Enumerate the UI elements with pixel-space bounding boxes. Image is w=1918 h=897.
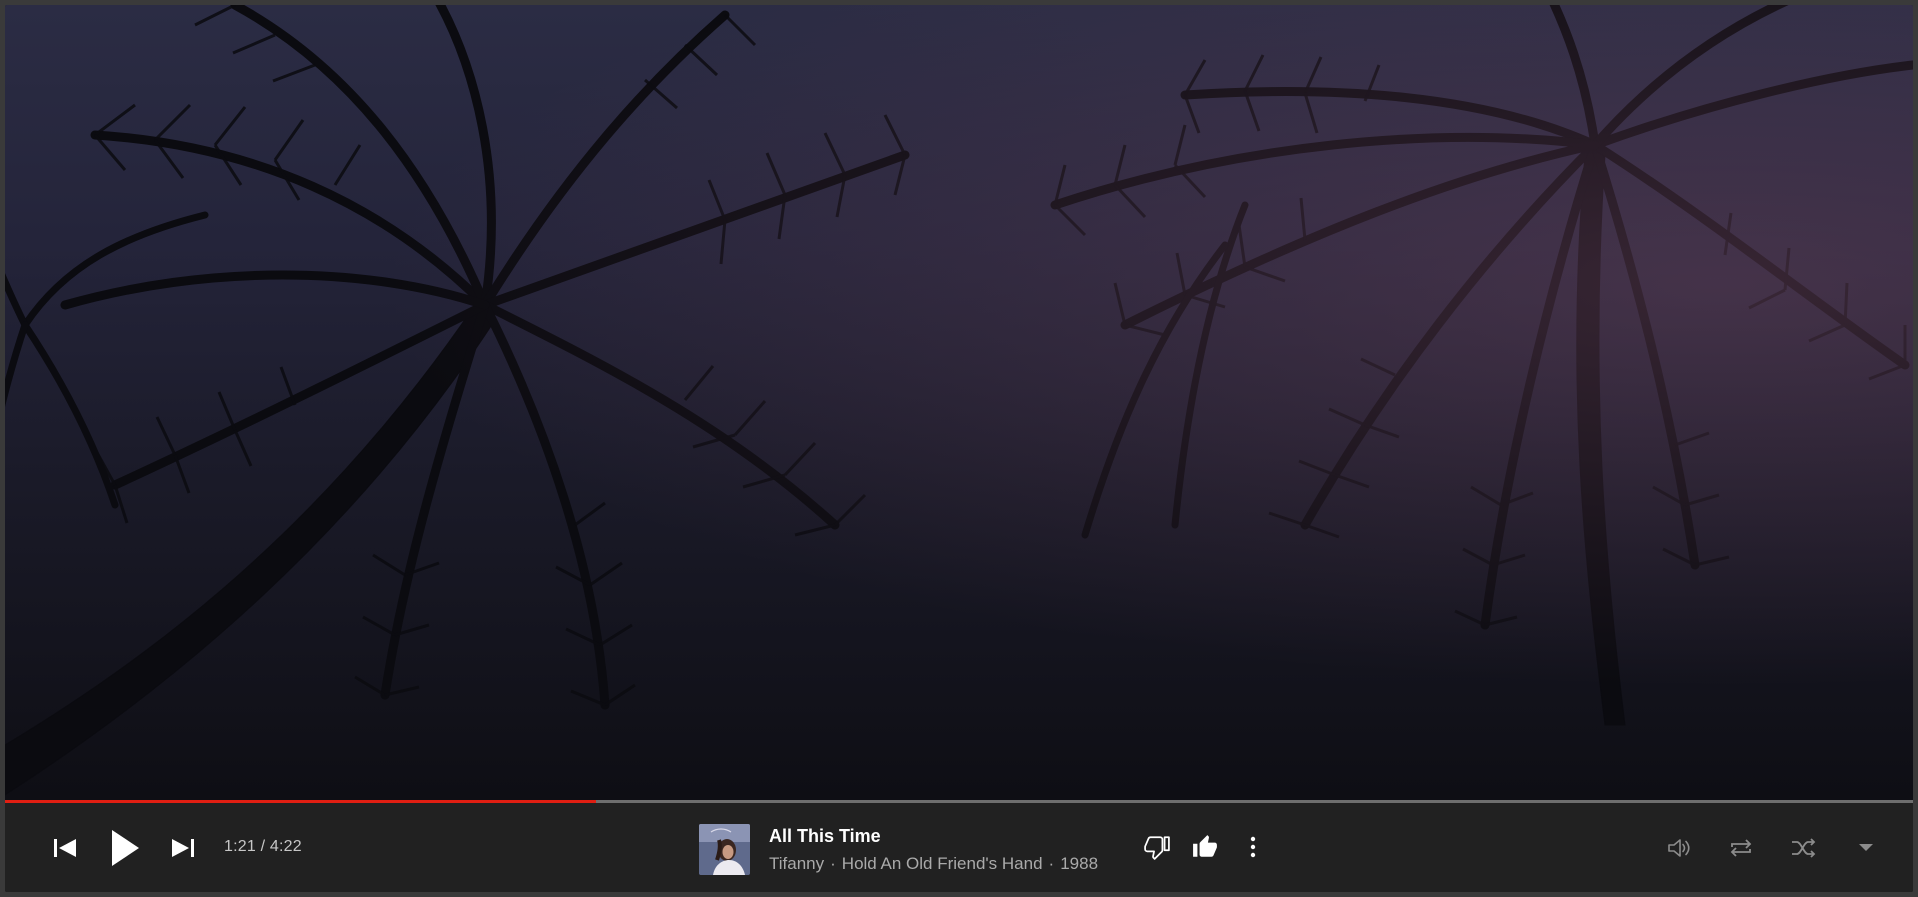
thumb-up-icon [1193, 835, 1217, 857]
more-options-button[interactable] [1235, 829, 1271, 865]
palm-trees-silhouette [5, 5, 1913, 796]
subtitle-separator: · [1048, 854, 1055, 873]
shuffle-icon [1792, 838, 1816, 858]
caret-down-icon [1859, 844, 1873, 851]
play-icon [112, 830, 139, 866]
volume-icon [1668, 839, 1690, 857]
more-vertical-icon [1250, 836, 1256, 858]
elapsed-time: 1:21 [224, 838, 256, 855]
volume-button[interactable] [1660, 829, 1698, 867]
album-art-thumbnail[interactable] [699, 824, 750, 875]
track-title[interactable]: All This Time [769, 826, 881, 847]
player-bar: 1:21 / 4:22 All This Time Tifanny · Hold A… [5, 803, 1913, 892]
dislike-button[interactable] [1139, 829, 1175, 865]
play-button[interactable] [102, 823, 148, 873]
time-separator: / [255, 838, 270, 855]
album-art-icon [699, 824, 750, 875]
release-year: 1988 [1060, 854, 1099, 873]
album-link[interactable]: Hold An Old Friend's Hand [842, 854, 1043, 873]
like-button[interactable] [1187, 829, 1223, 865]
artist-link[interactable]: Tifanny [769, 854, 824, 873]
music-player-window: 1:21 / 4:22 All This Time Tifanny · Hold A… [5, 5, 1913, 892]
expand-player-button[interactable] [1847, 829, 1885, 867]
shuffle-button[interactable] [1785, 829, 1823, 867]
next-button[interactable] [163, 828, 203, 868]
track-duration: 4:22 [269, 838, 302, 855]
repeat-button[interactable] [1722, 829, 1760, 867]
track-subtitle: Tifanny · Hold An Old Friend's Hand · 1988 [769, 854, 1098, 874]
skip-next-icon [172, 839, 194, 857]
thumb-down-icon [1144, 836, 1170, 860]
subtitle-separator: · [830, 854, 836, 873]
skip-previous-icon [54, 839, 76, 857]
previous-button[interactable] [45, 828, 85, 868]
playback-time: 1:21 / 4:22 [224, 838, 302, 856]
now-playing-background [5, 5, 1913, 800]
repeat-icon [1730, 839, 1752, 857]
